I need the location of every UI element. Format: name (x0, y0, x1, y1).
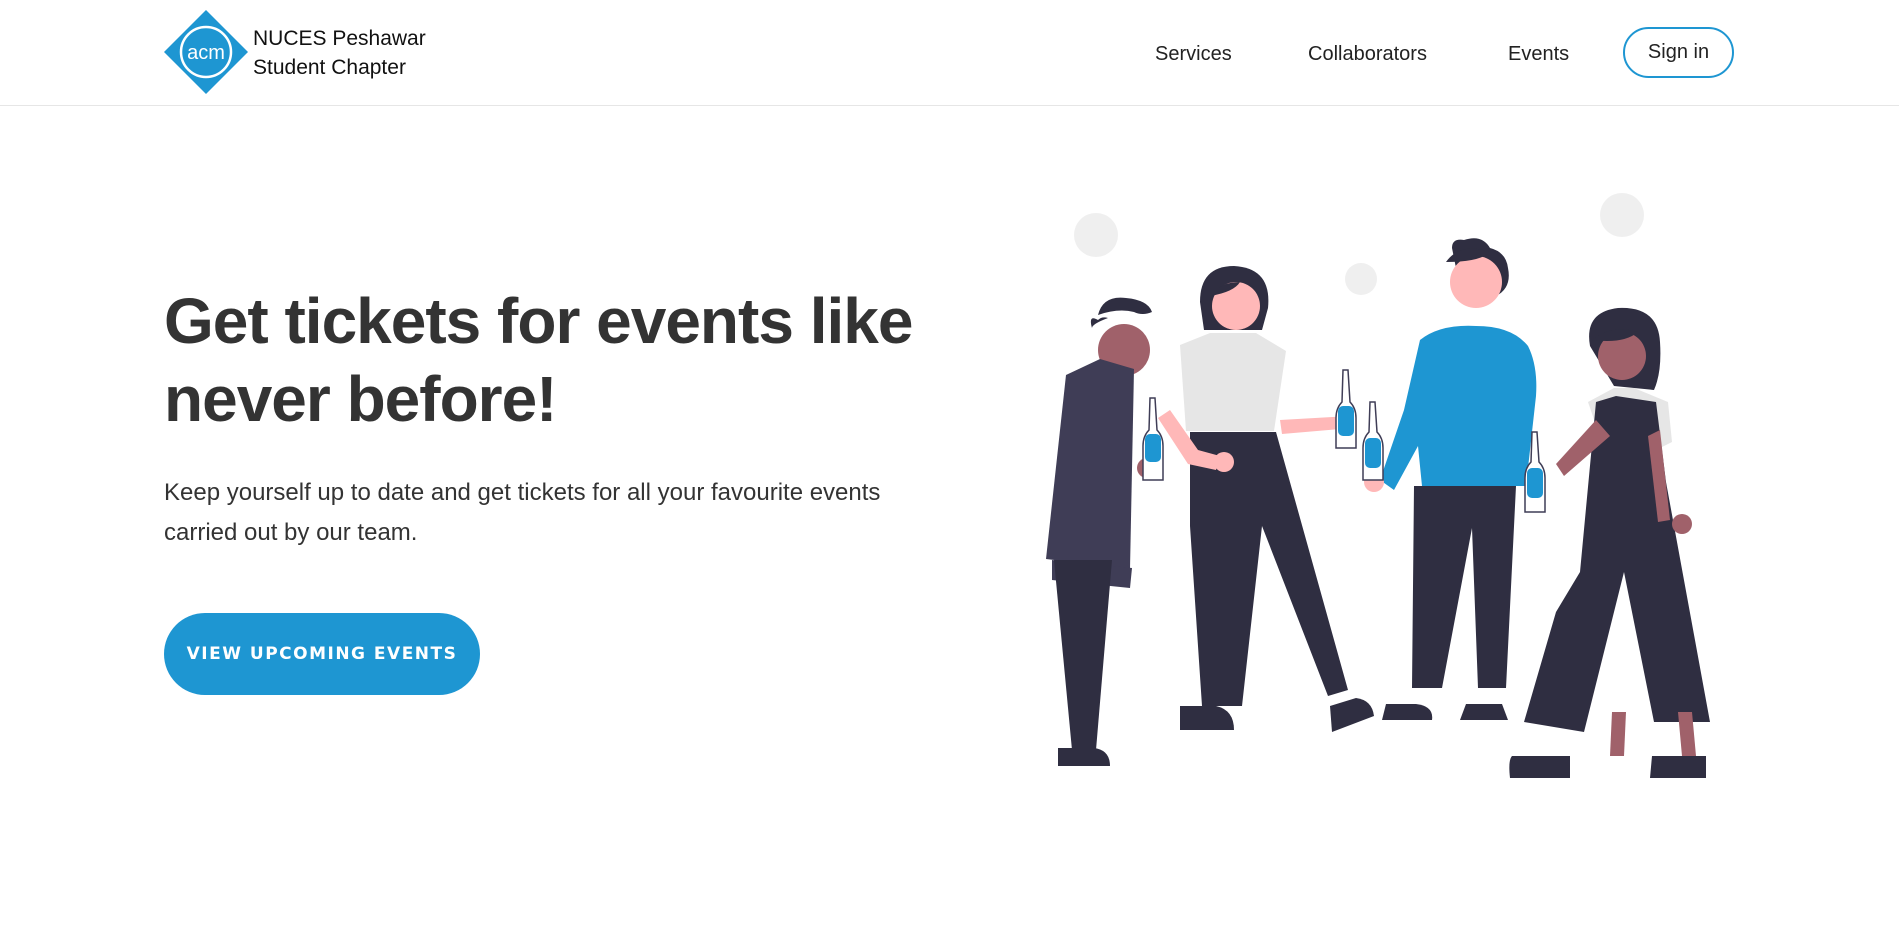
brand-line-2: Student Chapter (253, 56, 406, 79)
person-2-figure (1158, 266, 1374, 732)
person-4-figure (1509, 307, 1710, 778)
person-1-figure (1046, 297, 1164, 766)
hero-title: Get tickets for events like never before… (164, 282, 944, 438)
bubble-icon (1600, 193, 1644, 237)
bubble-icon (1345, 263, 1377, 295)
sign-in-button[interactable]: Sign in (1623, 27, 1734, 78)
bubble-icon (1074, 213, 1118, 257)
hero-subtitle-line-1: Keep yourself up to date and get tickets… (164, 479, 881, 506)
view-upcoming-events-button[interactable]: VIEW UPCOMING EVENTS (164, 613, 480, 695)
nav-link-collaborators[interactable]: Collaborators (1308, 41, 1427, 67)
brand-name[interactable]: NUCES Peshawar Student Chapter (253, 24, 426, 82)
hero-subtitle: Keep yourself up to date and get tickets… (164, 473, 964, 553)
person-3-figure (1362, 238, 1546, 720)
hero-title-line-2: never before! (164, 363, 557, 435)
hero-title-line-1: Get tickets for events like (164, 285, 913, 357)
people-toasting-illustration-icon (1046, 193, 1710, 778)
nav-link-services[interactable]: Services (1155, 41, 1232, 67)
hero-subtitle-line-2: carried out by our team. (164, 519, 418, 546)
nav-link-events[interactable]: Events (1508, 41, 1569, 67)
brand-line-1: NUCES Peshawar (253, 27, 426, 50)
top-navbar: acm NUCES Peshawar Student Chapter Servi… (0, 0, 1899, 106)
acm-logo-icon[interactable]: acm (164, 10, 248, 94)
logo-text: acm (187, 42, 225, 64)
